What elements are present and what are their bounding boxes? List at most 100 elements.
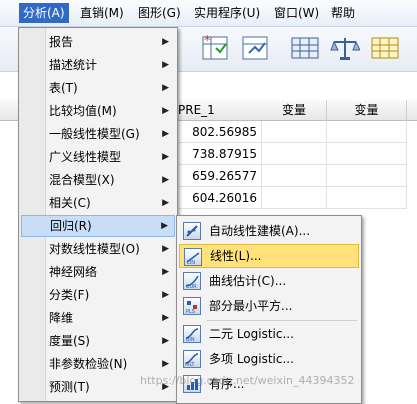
cell-var-1-row-2[interactable] [262, 143, 327, 165]
menu-item-label: 度量(S) [49, 334, 90, 348]
menu-item-label: 广义线性模型 [49, 150, 122, 164]
submenu-arrow-icon: ▶ [161, 221, 168, 231]
menu-item-neural-networks[interactable]: 神经网络 ▶ [21, 261, 175, 283]
menu-item-label: 神经网络 [49, 265, 98, 279]
submenu-arrow-icon: ▶ [162, 129, 169, 139]
cell-var-1-row-3[interactable] [262, 165, 327, 187]
menu-item-correlate[interactable]: 相关(C) ▶ [21, 192, 175, 214]
menu-left-edge [0, 3, 10, 23]
menu-item-descriptive-statistics[interactable]: 描述统计 ▶ [21, 54, 175, 76]
menu-item-label: 非参数检验(N) [49, 357, 128, 371]
menu-item-general-linear-model[interactable]: 一般线性模型(G) ▶ [21, 123, 175, 145]
curve-estimation-icon: CUR [183, 272, 201, 290]
cell-var-1-row-1[interactable] [262, 121, 327, 143]
cell-var-2-row-2[interactable] [327, 143, 407, 165]
menu-item-automatic-linear-modeling[interactable]: 自动线性建模(A)... [179, 219, 359, 243]
menu-item-label: 报告 [49, 35, 74, 49]
submenu-arrow-icon: ▶ [162, 175, 169, 185]
column-header-var-2[interactable]: 变量 [327, 100, 407, 121]
menu-analyze[interactable]: 分析(A) [19, 3, 69, 23]
linear-icon: LIN [184, 248, 202, 266]
menu-item-label: 降维 [49, 311, 74, 325]
select-cases-icon[interactable]: * [200, 33, 230, 63]
menu-item-compare-means[interactable]: 比较均值(M) ▶ [21, 100, 175, 122]
data-grid-icon[interactable] [290, 33, 320, 63]
submenu-arrow-icon: ▶ [162, 290, 169, 300]
menu-item-label: 描述统计 [49, 58, 98, 72]
cell-pre-1-row-3[interactable]: 659.26577 [176, 165, 262, 187]
submenu-arrow-icon: ▶ [162, 83, 169, 93]
multinomial-logistic-icon: MLT [183, 350, 201, 368]
menu-item-binary-logistic[interactable]: BIN 二元 Logistic... [179, 322, 359, 346]
submenu-arrow-icon: ▶ [162, 106, 169, 116]
value-labels-icon[interactable] [370, 33, 400, 63]
balance-scale-icon[interactable] [330, 33, 361, 63]
column-header-var-1[interactable]: 变量 [262, 100, 327, 121]
cell-var-1-row-4[interactable] [262, 187, 327, 209]
svg-text:LIN: LIN [187, 260, 195, 265]
menu-item-label: 对数线性模型(O) [49, 242, 140, 256]
svg-text:MLT: MLT [185, 362, 195, 367]
binary-logistic-icon: BIN [183, 325, 201, 343]
menu-direct-marketing[interactable]: 直销(M) [76, 3, 128, 23]
submenu-arrow-icon: ▶ [162, 60, 169, 70]
watermark: https://blog.csdn.net/weixin_44394352 [140, 374, 355, 387]
submenu-arrow-icon: ▶ [162, 313, 169, 323]
cell-pre-1-row-2[interactable]: 738.87915 [176, 143, 262, 165]
menu-graphs[interactable]: 图形(G) [134, 3, 185, 23]
menu-item-classify[interactable]: 分类(F) ▶ [21, 284, 175, 306]
menu-item-dimension-reduction[interactable]: 降维 ▶ [21, 307, 175, 329]
cell-var-2-row-4[interactable] [327, 187, 407, 209]
submenu-item-label: 线性(L)... [210, 249, 262, 263]
menu-item-label: 一般线性模型(G) [49, 127, 140, 141]
menu-item-regression[interactable]: 回归(R) ▶ [21, 215, 175, 237]
menu-item-multinomial-logistic[interactable]: MLT 多项 Logistic... [179, 347, 359, 371]
menu-item-label: 预测(T) [49, 380, 90, 394]
partial-least-squares-icon: PLS [183, 297, 201, 315]
submenu-item-label: 自动线性建模(A)... [209, 224, 311, 238]
menu-item-label: 相关(C) [49, 196, 91, 210]
menu-item-reports[interactable]: 报告 ▶ [21, 31, 175, 53]
menu-window[interactable]: 窗口(W) [270, 3, 323, 23]
menu-item-generalized-linear-models[interactable]: 广义线性模型 ▶ [21, 146, 175, 168]
menu-item-scale[interactable]: 度量(S) ▶ [21, 330, 175, 352]
submenu-arrow-icon: ▶ [162, 336, 169, 346]
menu-item-linear[interactable]: LIN 线性(L)... [179, 244, 359, 268]
menu-item-label: 回归(R) [50, 219, 92, 233]
column-header-pre-1[interactable]: PRE_1 [176, 100, 263, 121]
submenu-arrow-icon: ▶ [162, 198, 169, 208]
submenu-arrow-icon: ▶ [162, 152, 169, 162]
cell-var-2-row-3[interactable] [327, 165, 407, 187]
cell-pre-1-row-4[interactable]: 604.26016 [176, 187, 262, 209]
menu-item-label: 混合模型(X) [49, 173, 115, 187]
menu-item-label: 表(T) [49, 81, 78, 95]
menu-item-label: 比较均值(M) [49, 104, 117, 118]
menu-item-curve-estimation[interactable]: CUR 曲线估计(C)... [179, 269, 359, 293]
column-header-edge [407, 100, 417, 121]
submenu-arrow-icon: ▶ [162, 244, 169, 254]
menu-help[interactable]: 帮助 [327, 3, 359, 23]
submenu-item-label: 曲线估计(C)... [209, 274, 287, 288]
submenu-item-label: 部分最小平方... [209, 299, 293, 313]
menu-item-tables[interactable]: 表(T) ▶ [21, 77, 175, 99]
svg-text:CUR: CUR [186, 284, 197, 289]
menu-item-label: 分类(F) [49, 288, 90, 302]
cell-pre-1-row-1[interactable]: 802.56985 [176, 121, 262, 143]
menu-item-loglinear[interactable]: 对数线性模型(O) ▶ [21, 238, 175, 260]
svg-text:*: * [204, 34, 211, 49]
auto-linear-icon [183, 222, 201, 240]
submenu-arrow-icon: ▶ [162, 267, 169, 277]
analyze-menu: 报告 ▶ 描述统计 ▶ 表(T) ▶ 比较均值(M) ▶ 一般线性模型(G) ▶ 广义线性… [18, 27, 178, 402]
submenu-item-label: 多项 Logistic... [209, 352, 294, 366]
svg-text:PLS: PLS [186, 309, 195, 314]
submenu-arrow-icon: ▶ [162, 359, 169, 369]
menu-item-partial-least-squares[interactable]: PLS 部分最小平方... [179, 294, 359, 318]
submenu-arrow-icon: ▶ [162, 37, 169, 47]
weight-cases-icon[interactable] [240, 33, 270, 63]
submenu-item-label: 二元 Logistic... [209, 327, 294, 341]
menu-item-nonparametric-tests[interactable]: 非参数检验(N) ▶ [21, 353, 175, 375]
menu-utilities[interactable]: 实用程序(U) [190, 3, 264, 23]
menu-bar: 分析(A) 直销(M) 图形(G) 实用程序(U) 窗口(W) 帮助 [0, 0, 417, 27]
menu-item-mixed-models[interactable]: 混合模型(X) ▶ [21, 169, 175, 191]
cell-var-2-row-1[interactable] [327, 121, 407, 143]
